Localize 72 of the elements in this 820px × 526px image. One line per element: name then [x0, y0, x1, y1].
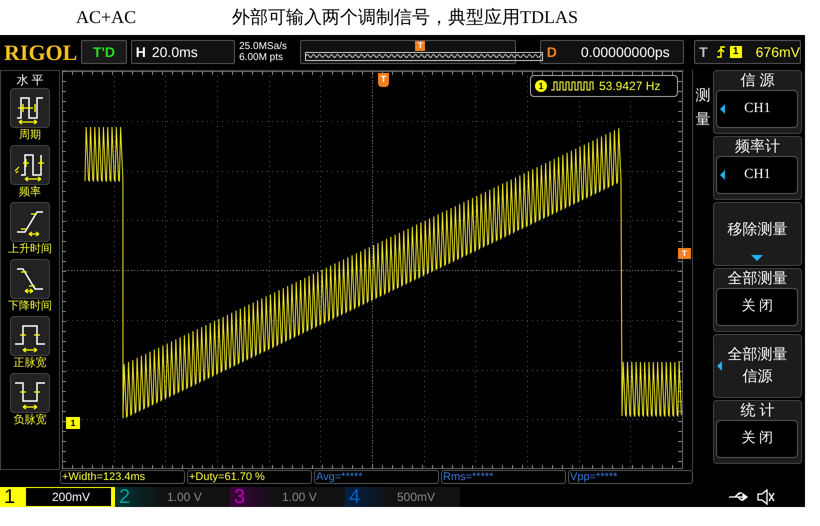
measurement-readout: +Duty=61.70 % — [187, 470, 312, 484]
channel-scale: 1.00 V — [166, 489, 203, 506]
trigger-position-marker: T — [378, 72, 389, 87]
channel-tab[interactable]: 1 200mV — [0, 487, 115, 507]
menu-value: 关 闭 — [742, 297, 774, 316]
timebase-value: 20.0ms — [150, 42, 198, 62]
measurement-readout: Vpp=***** — [568, 470, 693, 484]
trigger-channel-badge: 1 — [730, 46, 742, 58]
channel-scale: 500mV — [396, 489, 436, 506]
sample-rate: 25.0MSa/s — [239, 41, 288, 52]
measure-button[interactable] — [10, 258, 50, 299]
measure-label: 上升时间 — [8, 242, 52, 256]
measure-button[interactable] — [10, 88, 50, 128]
channel-number: 3 — [234, 487, 246, 507]
channel-number: 1 — [4, 487, 16, 507]
channel-badge: 1 — [535, 80, 547, 92]
channel-tab[interactable]: 2 1.00 V — [115, 487, 230, 507]
square-wave-icon — [551, 80, 595, 91]
menu-button[interactable]: 移除测量 — [712, 202, 802, 266]
delay-label: D — [546, 42, 558, 62]
menu-button[interactable]: 统 计 关 闭 — [712, 400, 802, 464]
menu-label: 移除测量 — [726, 220, 788, 240]
measure-label: 正脉宽 — [14, 356, 46, 370]
usb-icon — [729, 492, 749, 502]
memory-depth: 6.00M pts — [239, 52, 284, 64]
menu-label: 频率计 — [734, 136, 780, 156]
logo: RIGOL — [4, 38, 78, 67]
menu-button[interactable]: 全部测量信源 — [712, 334, 802, 398]
caption-text: AC+AC — [76, 6, 138, 29]
channel-tab[interactable]: 4 500mV — [345, 487, 460, 507]
timebase-label: H — [134, 42, 147, 62]
menu-label: 统 计 — [740, 400, 774, 420]
menu-title: 水 平 — [16, 72, 44, 88]
channel-scale: 200mV — [26, 488, 111, 506]
measure-button[interactable] — [10, 372, 50, 413]
measure-label: 负脉宽 — [14, 412, 46, 427]
trigger-position-marker: T — [415, 41, 426, 52]
trigger-label: T — [698, 42, 709, 62]
channel-tab[interactable]: 3 1.00 V — [230, 487, 345, 507]
menu-value: 关 闭 — [742, 429, 774, 448]
delay-value: 0.00000000ps — [580, 42, 670, 62]
menu-button[interactable]: 全部测量 关 闭 — [712, 268, 802, 332]
measure-label: 下降时间 — [8, 298, 52, 313]
frequency-value: 53.9427 Hz — [599, 78, 660, 95]
channel-number: 4 — [349, 487, 362, 507]
menu-label: 信 源 — [740, 70, 774, 90]
overview-waveform-icon — [305, 52, 544, 62]
caption-text: 外部可输入两个调制信号，典型应用TDLAS — [232, 6, 578, 29]
menu-value: CH1 — [744, 166, 771, 184]
menu-value: CH1 — [744, 100, 771, 118]
menu-title: 测 — [695, 86, 710, 106]
menu-label: 全部测量 — [727, 268, 788, 288]
measure-button[interactable] — [10, 144, 50, 185]
measurement-readout: +Width=123.4ms — [60, 470, 185, 484]
channel-number: 2 — [119, 487, 132, 507]
measure-label: 周期 — [19, 128, 41, 142]
menu-label: 全部测量信源 — [726, 344, 788, 387]
menu-title: 量 — [695, 110, 710, 130]
measurement-readout: Avg=***** — [314, 470, 439, 484]
measure-button[interactable] — [10, 316, 50, 356]
run-state-indicator: T'D — [81, 40, 127, 64]
channel-marker: 1 — [66, 416, 80, 429]
measure-button[interactable] — [10, 202, 50, 242]
measurement-readout: Rms=***** — [441, 470, 566, 484]
rising-edge-icon — [716, 45, 726, 60]
trigger-level: 676mV — [756, 42, 800, 62]
menu-button[interactable]: 频率计 CH1 — [712, 136, 802, 200]
trigger-level-marker: T — [678, 248, 691, 259]
menu-button[interactable]: 信 源 CH1 — [712, 70, 802, 134]
measure-label: 频率 — [19, 184, 41, 199]
speaker-muted-icon — [757, 489, 775, 505]
channel-scale: 1.00 V — [281, 489, 318, 506]
